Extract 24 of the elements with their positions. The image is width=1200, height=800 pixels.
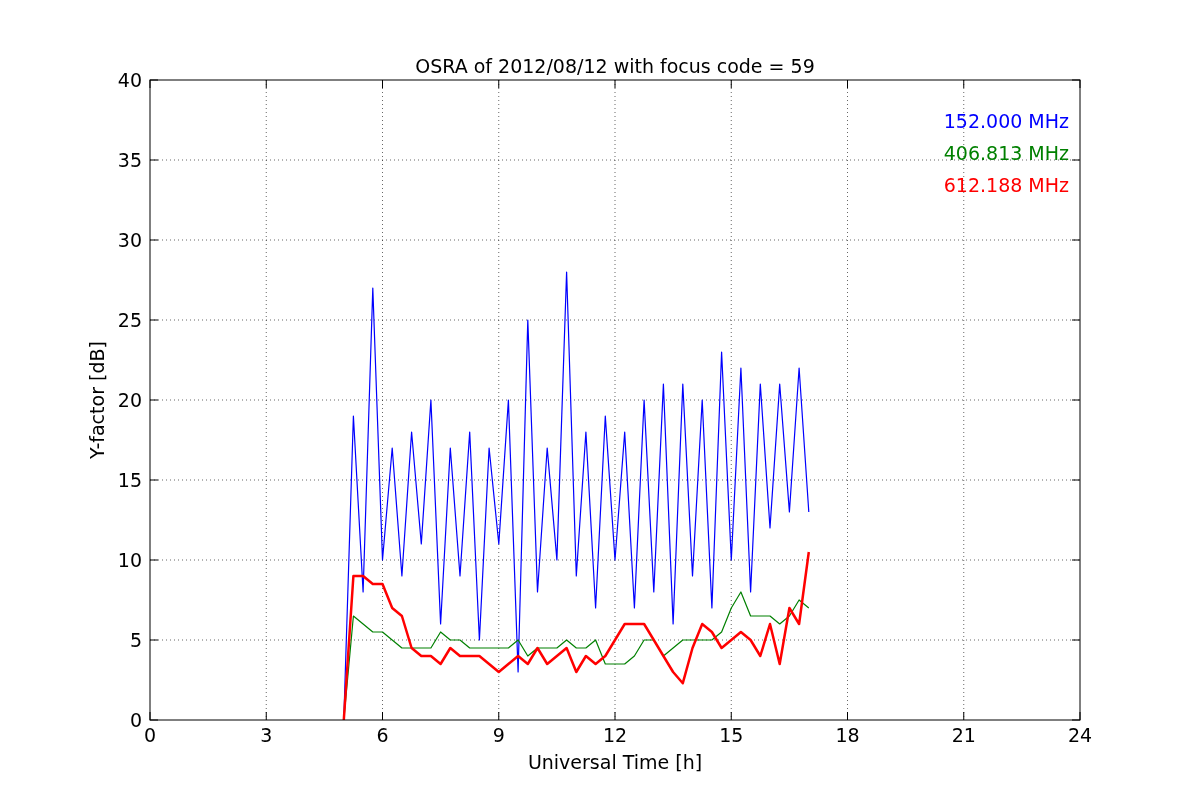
chart-title: OSRA of 2012/08/12 with focus code = 59 xyxy=(415,55,815,77)
tick-label: 0 xyxy=(129,709,142,731)
tick-label: 6 xyxy=(376,724,389,746)
tick-label: 24 xyxy=(1067,724,1093,746)
series-label: 612.188 MHz xyxy=(943,174,1069,196)
tick-label: 40 xyxy=(117,69,142,91)
tick-label: 9 xyxy=(492,724,505,746)
tick-label: 18 xyxy=(835,724,860,746)
tick-label: 0 xyxy=(143,724,157,746)
tick-label: 21 xyxy=(951,724,976,746)
tick-label: 30 xyxy=(117,229,142,251)
tick-label: 25 xyxy=(117,309,142,331)
tick-label: 15 xyxy=(117,469,142,491)
series-label: 406.813 MHz xyxy=(943,142,1069,164)
tick-label: 35 xyxy=(117,149,142,171)
tick-label: 10 xyxy=(117,549,142,571)
axis-label: Universal Time [h] xyxy=(527,751,703,773)
tick-label: 12 xyxy=(602,724,628,746)
tick-label: 15 xyxy=(719,724,744,746)
tick-label: 3 xyxy=(260,724,273,746)
series-label: 152.000 MHz xyxy=(943,110,1069,132)
tick-label: 20 xyxy=(117,389,142,411)
axis-label: Y-factor [dB] xyxy=(86,341,108,459)
tick-label: 5 xyxy=(129,629,142,651)
